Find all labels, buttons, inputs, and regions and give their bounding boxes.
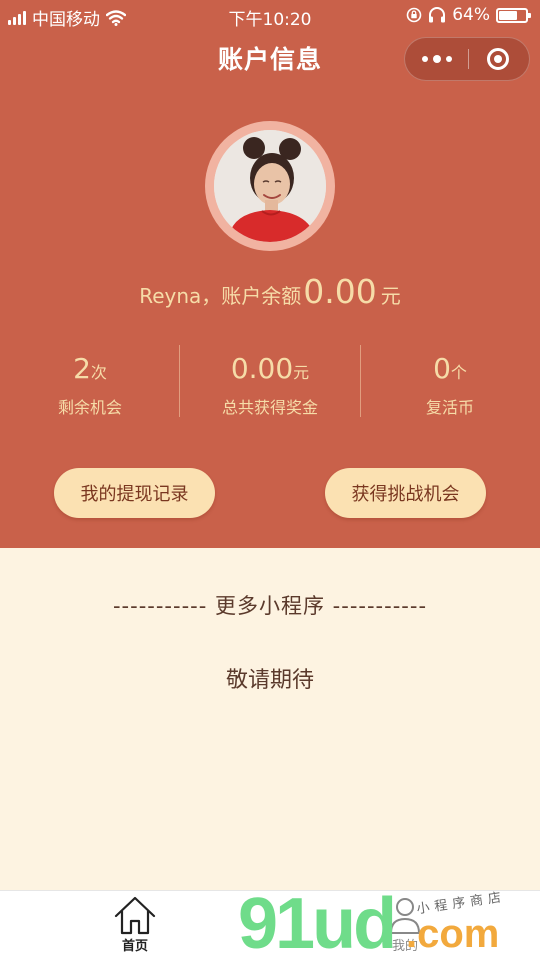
tab-mine-label: 我的 <box>391 939 418 954</box>
battery-icon <box>496 7 531 23</box>
avatar-frame <box>205 121 335 251</box>
close-target-icon[interactable] <box>487 48 509 70</box>
capsule-divider <box>468 49 469 69</box>
get-challenge-button[interactable]: 获得挑战机会 <box>325 468 486 518</box>
headphones-icon <box>429 7 446 23</box>
stat-unit: 次 <box>90 363 107 382</box>
status-bar: 中国移动 下午10:20 64% <box>0 0 540 32</box>
stat-unit: 个 <box>450 363 467 382</box>
tab-home[interactable]: 首页 <box>90 895 180 954</box>
stat-value: 2 <box>73 352 91 385</box>
user-icon <box>389 898 421 934</box>
withdraw-history-button[interactable]: 我的提现记录 <box>54 468 215 518</box>
tab-home-label: 首页 <box>121 939 148 954</box>
stat-label: 复活币 <box>425 398 474 417</box>
miniprogram-capsule <box>404 37 530 81</box>
stat-total-prize: 0.00元 总共获得奖金 <box>180 352 360 418</box>
home-icon <box>114 896 156 935</box>
balance-amount: 0.00 <box>303 272 377 311</box>
battery-percent: 64% <box>452 5 490 25</box>
balance-unit: 元 <box>380 284 401 308</box>
stat-unit: 元 <box>293 363 310 382</box>
lock-rotation-icon <box>406 7 422 23</box>
balance-label: Reyna，账户余额 <box>139 284 302 308</box>
status-right: 64% <box>406 5 531 25</box>
avatar <box>214 130 326 242</box>
more-miniprograms-heading: ----------- 更多小程序 ----------- <box>112 594 428 618</box>
stat-value: 0.00 <box>230 352 294 385</box>
more-dots-icon[interactable] <box>405 38 468 80</box>
stat-remaining-chances: 2次 剩余机会 <box>0 352 180 418</box>
stat-revive-coins: 0个 复活币 <box>360 352 540 418</box>
balance-line: Reyna，账户余额0.00 元 <box>0 272 540 311</box>
stat-label: 剩余机会 <box>57 398 122 417</box>
tab-bar: 首页 我的 <box>0 890 540 960</box>
tab-mine[interactable]: 我的 <box>360 895 450 954</box>
stat-value: 0 <box>433 352 451 385</box>
coming-soon-text: 敬请期待 <box>225 668 314 693</box>
stat-label: 总共获得奖金 <box>221 398 318 417</box>
